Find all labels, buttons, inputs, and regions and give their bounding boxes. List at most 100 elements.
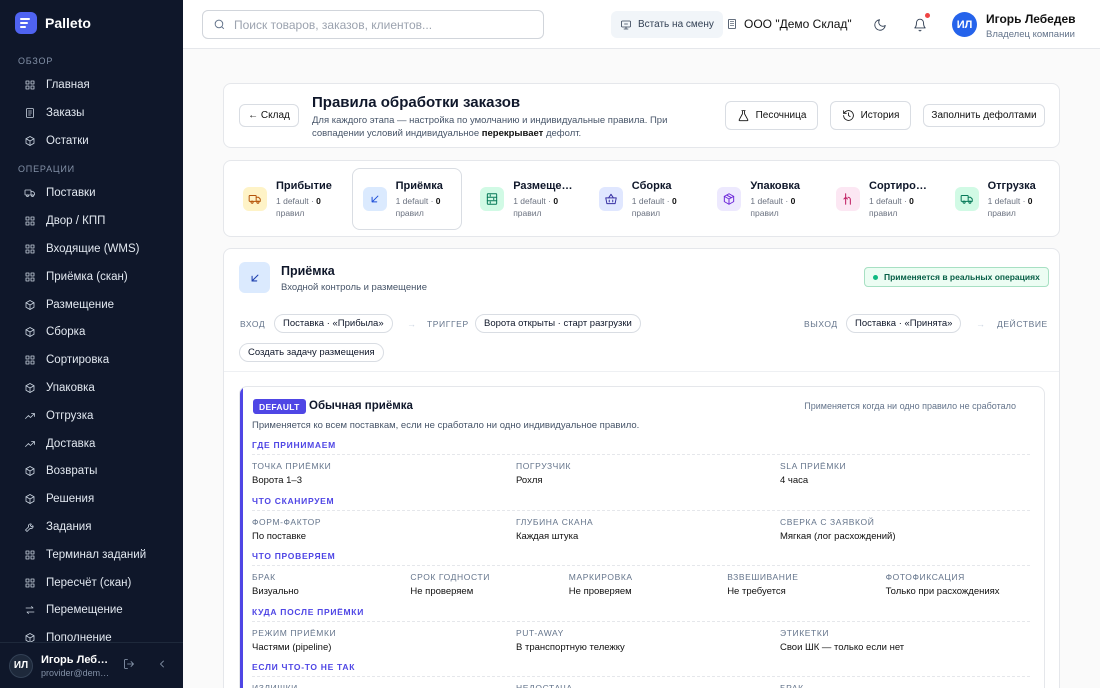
box-icon (25, 383, 35, 393)
sidebar-item[interactable]: Доставка (24, 435, 95, 453)
rule-field-label: РЕЖИМ ПРИЁМКИ (252, 627, 337, 638)
grid-icon (25, 216, 35, 226)
sidebar-item[interactable]: Терминал заданий (24, 546, 146, 564)
search-box[interactable] (202, 10, 544, 39)
rule-field-value[interactable]: Частями (pipeline) (252, 642, 331, 653)
stage-tab[interactable]: Прибытие 1 default · 0 правил (233, 168, 343, 230)
stage-tab[interactable]: Сортировка 1 default · 0 правил (826, 168, 936, 230)
stage-tabs: Прибытие 1 default · 0 правил Приёмка 1 d… (223, 160, 1060, 237)
stage-meta: 1 default · 0 правил (276, 195, 321, 218)
flow-trigger-chip[interactable]: Ворота открыты · старт разгрузки (475, 314, 641, 333)
sidebar-item-label: Остатки (46, 134, 89, 147)
collapse-sidebar-icon[interactable] (156, 658, 168, 670)
grid-icon (25, 244, 35, 254)
stage-tab[interactable]: Сборка 1 default · 0 правил (589, 168, 699, 230)
sidebar-item-label: Доставка (46, 437, 96, 450)
sidebar-item-label: Перемещение (46, 604, 123, 617)
grid-icon (25, 272, 35, 282)
history-button[interactable]: История (830, 101, 911, 130)
sandbox-button[interactable]: Песочница (725, 101, 818, 130)
sidebar-item[interactable]: Возвраты (24, 462, 97, 480)
grid-icon (25, 80, 35, 90)
sidebar: Palleto ОБЗОР Главная Заказы Остатки ОПЕРАЦИ… (0, 0, 183, 688)
rule-field-value[interactable]: Не требуется (727, 586, 786, 597)
rule-field-label: ЭТИКЕТКИ (780, 627, 830, 638)
rule-field-value[interactable]: Свои ШК — только если нет (780, 642, 904, 653)
rule-field-value[interactable]: Мягкая (лог расхождений) (780, 531, 896, 542)
sidebar-item[interactable]: Пересчёт (скан) (24, 574, 131, 592)
live-status-badge: Применяется в реальных операциях (864, 267, 1049, 287)
rule-field-value[interactable]: В транспортную тележку (516, 642, 625, 653)
sidebar-item[interactable]: Упаковка (24, 379, 95, 397)
back-button[interactable]: ← Склад (239, 104, 299, 127)
rule-group-title: ГДЕ ПРИНИМАЕМ (252, 440, 336, 450)
sidebar-item[interactable]: Входящие (WMS) (24, 240, 139, 258)
rule-card[interactable]: DEFAULT Обычная приёмка Применяется когд… (239, 386, 1045, 688)
rule-field-label: ИЗЛИШКИ (252, 683, 298, 688)
sidebar-item[interactable]: Двор / КПП (24, 212, 105, 230)
rule-field-label: ВЗВЕШИВАНИЕ (727, 572, 799, 582)
rule-field-value[interactable]: По поставке (252, 531, 306, 542)
app-name: Palleto (45, 15, 91, 31)
sidebar-item[interactable]: Поставки (24, 184, 96, 202)
user-avatar[interactable]: ИЛ (952, 12, 977, 37)
sidebar-item-label: Упаковка (46, 382, 95, 394)
swap-icon (25, 606, 35, 615)
theme-toggle-icon[interactable] (873, 18, 887, 32)
rule-field-value[interactable]: Не проверяем (569, 586, 632, 597)
rule-group-title: КУДА ПОСЛЕ ПРИЁМКИ (252, 606, 365, 617)
sidebar-item[interactable]: Решения (24, 490, 94, 508)
flow-action-chip[interactable]: Создать задачу размещения (239, 343, 384, 362)
rule-field-value[interactable]: Каждая штука (516, 531, 578, 542)
sidebar-item[interactable]: Сортировка (24, 351, 109, 369)
org-name: ООО "Демо Склад" (744, 17, 852, 31)
stage-tab[interactable]: Упаковка 1 default · 0 правил (707, 168, 817, 230)
rule-field-value[interactable]: Визуально (252, 586, 299, 597)
sidebar-item-label: Терминал заданий (46, 548, 147, 561)
flask-icon (738, 110, 748, 122)
section-title: Приёмка (281, 264, 335, 278)
sidebar-item-label: Приёмка (скан) (46, 270, 128, 283)
wrench-icon (25, 523, 34, 532)
user-menu[interactable]: Игорь Лебедев Владелец компании (986, 12, 1076, 40)
logout-icon[interactable] (123, 658, 135, 670)
fill-defaults-button[interactable]: Заполнить дефолтами (923, 104, 1045, 127)
org-switcher[interactable]: ООО "Демо Склад" (726, 17, 852, 31)
sidebar-item[interactable]: Остатки (24, 132, 89, 150)
sidebar-item[interactable]: Приёмка (скан) (24, 268, 128, 286)
list-icon (26, 107, 34, 118)
logo[interactable]: Palleto (15, 12, 91, 34)
default-badge: DEFAULT (253, 399, 306, 414)
logo-icon (15, 12, 37, 34)
rule-field-value[interactable]: Ворота 1–3 (252, 475, 302, 486)
flow-arrow: → (407, 319, 416, 329)
sidebar-item[interactable]: Сборка (24, 323, 85, 341)
sidebar-item[interactable]: Перемещение (24, 601, 123, 619)
section-subtitle: Входной контроль и размещение (281, 282, 428, 293)
stage-tab[interactable]: Отгрузка 1 default · 0 правил (945, 168, 1055, 230)
rule-field-value[interactable]: 4 часа (780, 475, 808, 486)
stage-tab[interactable]: Приёмка 1 default · 0 правил (351, 168, 462, 230)
sidebar-item[interactable]: Задания (24, 518, 91, 536)
sidebar-item[interactable]: Размещение (24, 296, 114, 314)
flow-out-chip[interactable]: Поставка · «Принята» (846, 314, 962, 333)
sidebar-item[interactable]: Отгрузка (24, 407, 93, 425)
start-shift-button[interactable]: Встать на смену (611, 11, 723, 38)
sidebar-item[interactable]: Заказы (24, 104, 84, 122)
page-header: ← Склад Правила обработки заказов Для ка… (223, 83, 1060, 148)
sidebar-item-label: Пересчёт (скан) (46, 576, 132, 589)
sidebar-item-label: Решения (46, 493, 95, 506)
stage-tab[interactable]: Размещение 1 default · 0 правил (470, 168, 580, 230)
rule-field-value[interactable]: Только при расхождениях (886, 586, 1000, 597)
package-icon (724, 193, 735, 205)
sidebar-item[interactable]: Главная (24, 76, 90, 94)
flow-in-chip[interactable]: Поставка · «Прибыла» (274, 314, 393, 333)
rule-field-value[interactable]: Не проверяем (410, 586, 473, 597)
bell-icon[interactable] (913, 18, 927, 32)
search-input[interactable] (234, 17, 534, 32)
monitor-icon (621, 20, 631, 29)
rule-field-value[interactable]: Рохля (516, 475, 543, 486)
sidebar-avatar: ИЛ (9, 653, 33, 678)
rule-field-label: ТОЧКА ПРИЁМКИ (252, 461, 332, 471)
grid-icon (25, 550, 35, 560)
